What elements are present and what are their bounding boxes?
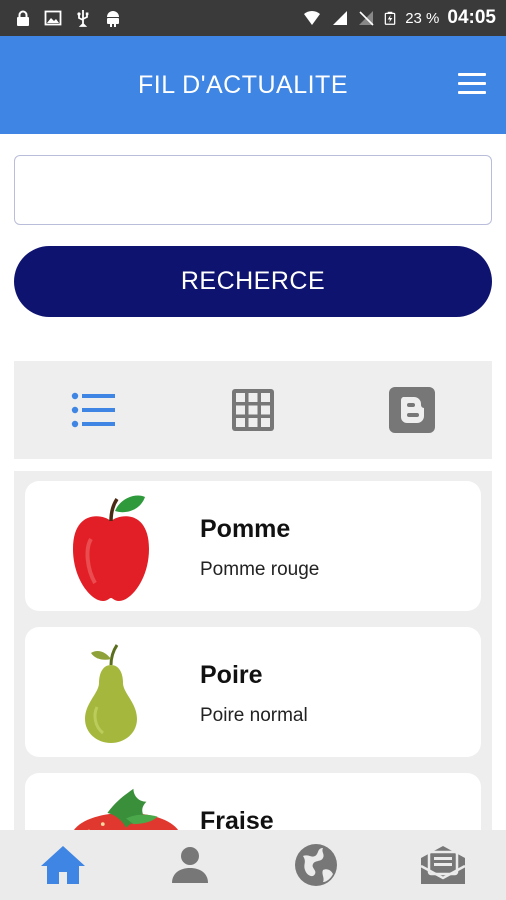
- item-description: Pomme rouge: [200, 559, 320, 580]
- nav-profile-button[interactable]: [158, 833, 222, 897]
- item-description: Poire normal: [200, 705, 308, 726]
- battery-icon: [384, 11, 396, 25]
- home-icon: [41, 846, 86, 884]
- page-title: FIL D'ACTUALITE: [138, 71, 348, 99]
- list-view-button[interactable]: [64, 380, 124, 440]
- pear-icon: [85, 644, 137, 743]
- wifi-icon: [304, 10, 321, 25]
- list-item[interactable]: Fraise: [25, 773, 481, 831]
- nav-explore-button[interactable]: [284, 833, 348, 897]
- message-icon: [420, 846, 466, 884]
- view-toggle-bar: [14, 361, 492, 459]
- nav-messages-button[interactable]: [411, 833, 475, 897]
- search-button[interactable]: RECHERCE: [14, 246, 492, 317]
- battery-percentage: 23 %: [405, 9, 440, 27]
- item-name: Fraise: [200, 807, 274, 831]
- list-item[interactable]: Pomme Pomme rouge: [25, 481, 481, 611]
- item-name: Pomme: [200, 515, 291, 543]
- usb-icon: [77, 10, 89, 27]
- grid-view-icon: [231, 389, 274, 431]
- clock: 04:05: [447, 7, 496, 28]
- no-signal-icon: [359, 11, 374, 26]
- apple-icon: [73, 495, 149, 601]
- image-icon: [44, 10, 62, 26]
- item-name: Poire: [200, 661, 263, 689]
- strawberry-icon: [73, 788, 179, 831]
- search-input[interactable]: [14, 155, 492, 225]
- list-item[interactable]: Poire Poire normal: [25, 627, 481, 757]
- bottom-navigation: [0, 830, 506, 900]
- app-bar: FIL D'ACTUALITE: [0, 36, 506, 134]
- status-bar-left: [0, 9, 122, 27]
- person-icon: [171, 847, 208, 883]
- grid-view-button[interactable]: [223, 380, 283, 440]
- list-view-icon: [71, 392, 115, 428]
- blog-view-button[interactable]: [382, 380, 442, 440]
- fruit-list: Pomme Pomme rouge Poire Poire normal Fra…: [14, 471, 492, 831]
- lock-icon: [17, 10, 29, 26]
- hamburger-menu-icon[interactable]: [458, 73, 486, 97]
- status-bar-right: 23 % 04:05: [301, 7, 506, 29]
- status-bar: 23 % 04:05: [0, 0, 506, 36]
- blog-view-icon: [389, 387, 436, 433]
- globe-icon: [295, 844, 338, 886]
- android-icon: [107, 11, 119, 27]
- nav-home-button[interactable]: [31, 833, 95, 897]
- signal-icon: [333, 11, 348, 25]
